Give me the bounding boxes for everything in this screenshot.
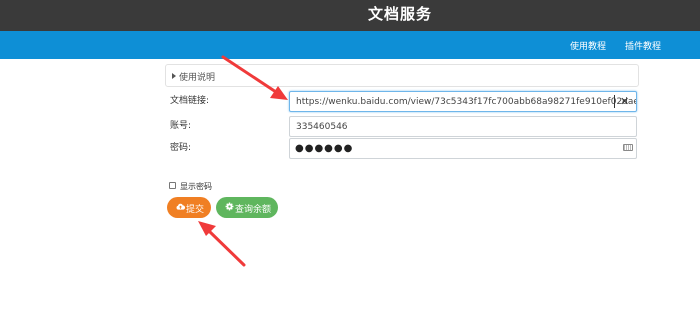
password-mask: ●●●●●●: [295, 143, 354, 154]
arrow-to-submit-button-icon: [198, 221, 246, 267]
gear-icon: [225, 202, 234, 211]
instructions-label: 使用说明: [179, 73, 216, 83]
top-header-bar: 文档服务: [0, 0, 700, 31]
show-password-label[interactable]: 显示密码: [180, 181, 212, 192]
page-title: 文档服务: [368, 5, 433, 23]
instructions-panel[interactable]: 使用说明: [165, 64, 639, 87]
query-balance-label: 查询余额: [235, 205, 272, 215]
nav-link-tutorial[interactable]: 使用教程: [570, 39, 606, 52]
nav-link-plugin-tutorial[interactable]: 插件教程: [625, 39, 661, 52]
account-input-value: 335460546: [296, 122, 348, 132]
submit-button[interactable]: 提交: [167, 197, 211, 218]
cloud-upload-icon: [176, 203, 185, 210]
caret-right-icon: [172, 73, 176, 79]
account-input[interactable]: 335460546: [289, 116, 637, 137]
instructions-toggle[interactable]: 使用说明: [172, 70, 215, 83]
url-input[interactable]: https://wenku.baidu.com/view/73c5343f17f…: [289, 91, 637, 112]
show-password-checkbox[interactable]: [169, 182, 176, 189]
submit-label: 提交: [186, 205, 205, 215]
text-cursor: [614, 95, 615, 108]
url-input-value: https://wenku.baidu.com/view/73c5343f17f…: [296, 97, 637, 107]
account-label: 账号:: [170, 121, 192, 131]
clear-icon[interactable]: ✕: [620, 95, 629, 108]
url-label: 文档链接:: [170, 96, 210, 106]
password-label: 密码:: [170, 143, 192, 153]
keyboard-icon[interactable]: [623, 144, 633, 151]
nav-bar: 使用教程 插件教程: [0, 31, 700, 59]
query-balance-button[interactable]: 查询余额: [216, 197, 278, 218]
